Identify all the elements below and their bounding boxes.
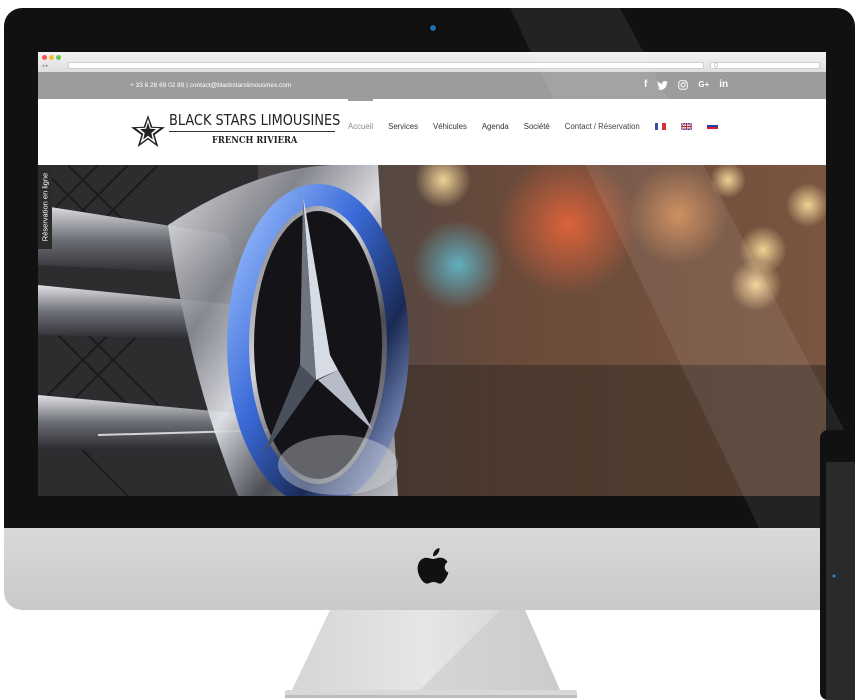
- social-links: f G+ in: [644, 79, 728, 91]
- hero-car-emblem-image: [38, 165, 826, 496]
- google-plus-icon[interactable]: G+: [698, 79, 709, 91]
- english-flag-icon[interactable]: [680, 122, 692, 130]
- back-forward-icon[interactable]: ◂ ▸: [42, 63, 48, 69]
- browser-window: ◂ ▸ Q + 33 6 26 69 02 89 | contact@black…: [38, 52, 826, 496]
- online-reservation-tab[interactable]: Réservation en ligne: [38, 165, 52, 249]
- russian-flag-icon[interactable]: [706, 122, 718, 130]
- site-header: BLACK STARS LIMOUSINES FRENCH RIVIERA Ac…: [38, 99, 826, 165]
- logo-subtitle[interactable]: FRENCH RIVIERA: [212, 135, 297, 146]
- browser-search-input[interactable]: Q: [710, 62, 820, 69]
- logo-title[interactable]: BLACK STARS LIMOUSINES: [169, 111, 340, 129]
- french-flag-icon[interactable]: [654, 122, 666, 130]
- menu-item-societe[interactable]: Société: [524, 122, 550, 131]
- menu-item-accueil[interactable]: Accueil: [348, 122, 373, 131]
- active-menu-indicator: [348, 99, 373, 101]
- facebook-icon[interactable]: f: [644, 79, 647, 91]
- camera-icon: [430, 25, 436, 31]
- maximize-window-button[interactable]: [56, 55, 61, 60]
- minimize-window-button[interactable]: [49, 55, 54, 60]
- address-bar[interactable]: [68, 62, 704, 69]
- menu-item-services[interactable]: Services: [388, 122, 418, 131]
- star-logo-icon[interactable]: [129, 115, 167, 149]
- contact-topbar: + 33 6 26 69 02 89 | contact@blackstarsl…: [38, 72, 826, 99]
- menu-item-contact-reservation[interactable]: Contact / Réservation: [565, 122, 640, 131]
- linkedin-icon[interactable]: in: [719, 79, 728, 91]
- browser-toolbar: ◂ ▸ Q: [38, 52, 826, 73]
- menu-item-agenda[interactable]: Agenda: [482, 122, 509, 131]
- contact-info[interactable]: + 33 6 26 69 02 89 | contact@blackstarsl…: [130, 82, 291, 89]
- menu-item-vehicules[interactable]: Véhicules: [433, 122, 467, 131]
- close-window-button[interactable]: [42, 55, 47, 60]
- main-menu: Accueil Services Véhicules Agenda Sociét…: [348, 119, 733, 133]
- hero-banner: Réservation en ligne: [38, 165, 826, 496]
- apple-logo-icon: [417, 548, 449, 584]
- online-reservation-label: Réservation en ligne: [40, 172, 50, 242]
- instagram-icon[interactable]: [678, 80, 689, 90]
- twitter-icon[interactable]: [657, 80, 669, 90]
- logo-divider: [169, 131, 335, 132]
